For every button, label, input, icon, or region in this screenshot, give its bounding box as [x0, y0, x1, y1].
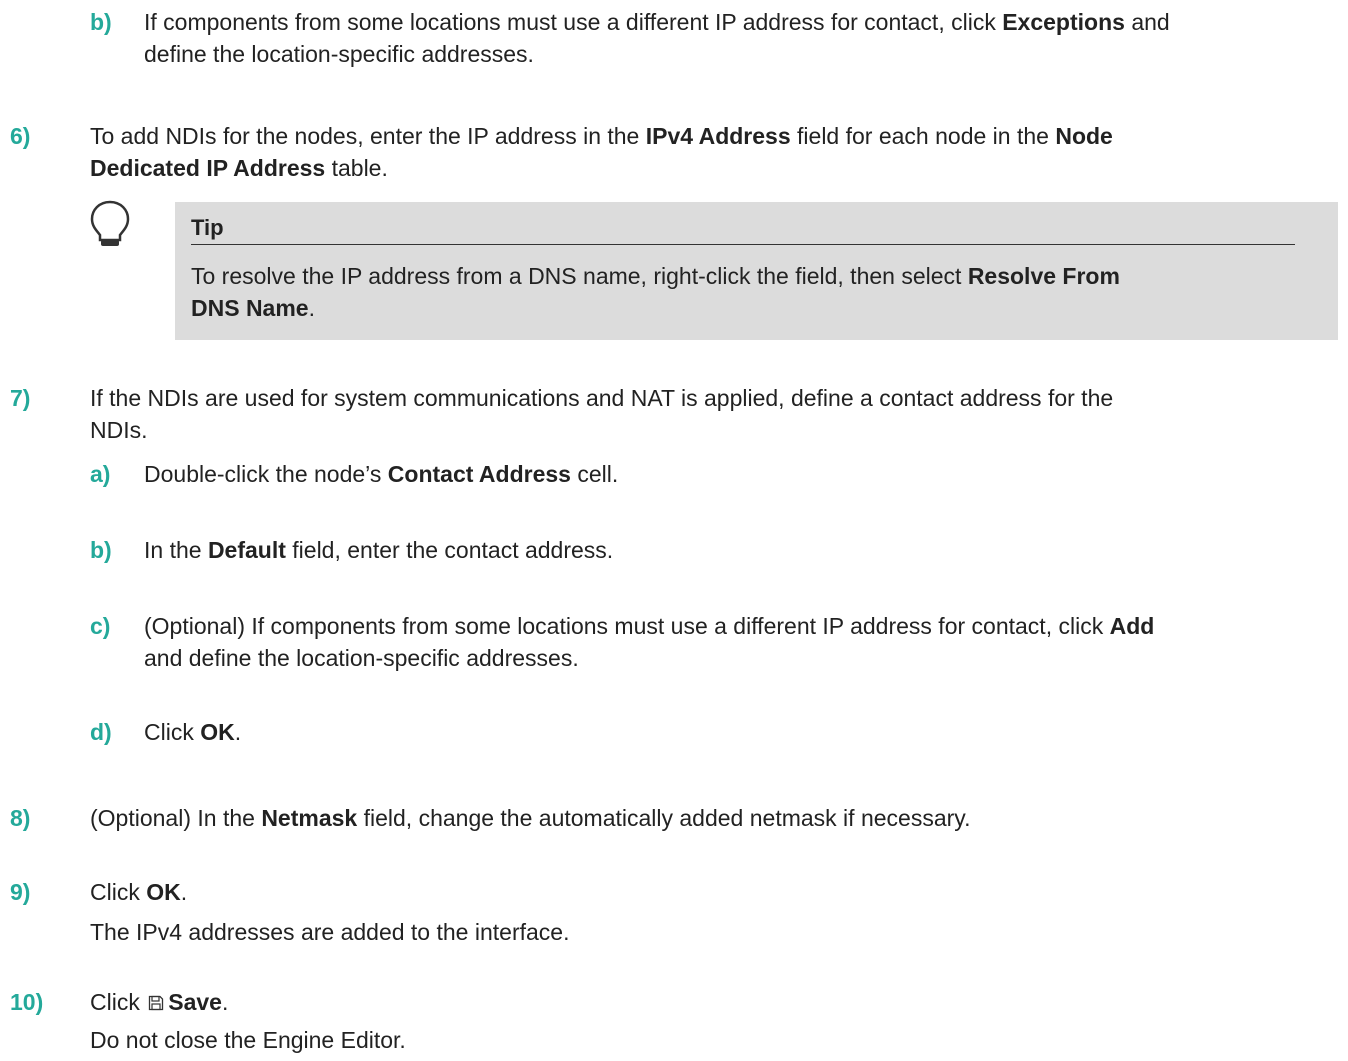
dedicated-ip-address-label: Dedicated IP Address [90, 155, 326, 181]
step-7c-text: (Optional) If components from some locat… [144, 610, 1154, 642]
step-7b-text-2: field, enter the contact address. [285, 537, 614, 563]
step-8-number: 8) [10, 805, 31, 831]
step-5b-number: b) [90, 9, 112, 35]
step-6-text: To add NDIs for the nodes, enter the IP … [90, 120, 1113, 152]
add-label: Add [1109, 613, 1155, 639]
exceptions-label: Exceptions [1002, 9, 1125, 35]
step-7d-text-2: . [234, 719, 242, 745]
step-9-result: The IPv4 addresses are added to the inte… [90, 919, 570, 945]
step-7a-number: a) [90, 461, 111, 487]
node-label: Node [1055, 123, 1113, 149]
tip-text: To resolve the IP address from a DNS nam… [191, 260, 1301, 324]
step-7d-text: Click OK. [144, 716, 241, 748]
step-7b-number: b) [90, 537, 112, 563]
step-6-number: 6) [10, 123, 31, 149]
step-7a-text-1: Double-click the node’s [144, 461, 388, 487]
tip-title: Tip [191, 215, 224, 240]
step-5b-text-2: and [1124, 9, 1170, 35]
step-5b-text-1: If components from some locations must u… [144, 9, 1003, 35]
step-7c-number: c) [90, 613, 111, 639]
netmask-label: Netmask [261, 805, 358, 831]
step-9-number: 9) [10, 879, 31, 905]
step-6-text-line2: Dedicated IP Address table. [90, 152, 388, 184]
step-10-number: 10) [10, 989, 44, 1015]
step-9-text-1: Click [90, 879, 147, 905]
tip-text-2: . [308, 295, 315, 321]
lightbulb-icon [90, 200, 130, 246]
step-10-result: Do not close the Engine Editor. [90, 1027, 406, 1053]
tip-text-1: To resolve the IP address from a DNS nam… [191, 263, 968, 289]
step-7a-text: Double-click the node’s Contact Address … [144, 458, 618, 490]
step-10-text-1: Click [90, 989, 147, 1015]
step-7d-number: d) [90, 719, 112, 745]
step-7b-text: In the Default field, enter the contact … [144, 534, 613, 566]
step-7d-text-1: Click [144, 719, 201, 745]
step-6-text-2: field for each node in the [790, 123, 1056, 149]
step-6-text-3: table. [325, 155, 388, 181]
default-label: Default [207, 537, 286, 563]
step-5b-text: If components from some locations must u… [144, 6, 1170, 38]
ok-label: OK [200, 719, 235, 745]
step-10-text: Click Save. [90, 986, 228, 1018]
step-6-text-1: To add NDIs for the nodes, enter the IP … [90, 123, 646, 149]
step-10-text-2: . [221, 989, 229, 1015]
step-7b-text-1: In the [144, 537, 208, 563]
ipv4-address-label: IPv4 Address [645, 123, 791, 149]
tip-divider [191, 244, 1295, 245]
step-7c-text-line2: and define the location-specific address… [144, 645, 579, 671]
dns-name-label: DNS Name [191, 295, 309, 321]
resolve-from-label: Resolve From [967, 263, 1120, 289]
step-7a-text-2: cell. [570, 461, 619, 487]
step-7c-text-1: (Optional) If components from some locat… [144, 613, 1110, 639]
step-8-text-2: field, change the automatically added ne… [357, 805, 971, 831]
step-9-text-2: . [180, 879, 188, 905]
step-8-text: (Optional) In the Netmask field, change … [90, 802, 970, 834]
step-7-number: 7) [10, 385, 31, 411]
save-label: Save [168, 989, 222, 1015]
step-9-text: Click OK. [90, 876, 187, 908]
contact-address-label: Contact Address [387, 461, 571, 487]
step-8-text-1: (Optional) In the [90, 805, 262, 831]
step-7-text: If the NDIs are used for system communic… [90, 385, 1114, 411]
tip-box: Tip To resolve the IP address from a DNS… [175, 202, 1338, 340]
ok-label: OK [146, 879, 181, 905]
step-7-text-line2: NDIs. [90, 417, 148, 443]
save-icon [149, 995, 164, 1011]
step-5b-text-line2: define the location-specific addresses. [144, 41, 534, 67]
